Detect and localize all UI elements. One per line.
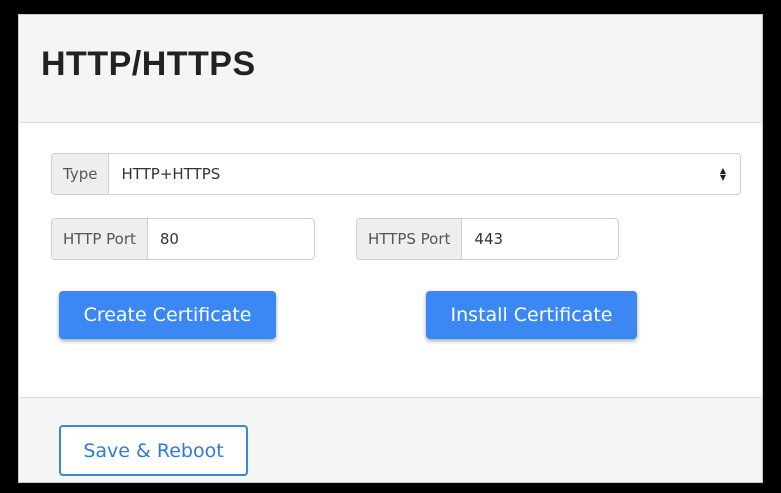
install-certificate-button[interactable]: Install Certificate xyxy=(426,291,637,339)
http-port-input[interactable]: 80 xyxy=(148,219,314,259)
save-reboot-button[interactable]: Save & Reboot xyxy=(59,425,248,476)
https-port-group: HTTPS Port 443 xyxy=(356,218,619,260)
create-certificate-button[interactable]: Create Certificate xyxy=(59,291,276,339)
window-frame: HTTP/HTTPS Type HTTP+HTTPS ▲ ▼ HTTP Port… xyxy=(0,0,781,493)
type-label: Type xyxy=(52,154,110,194)
http-settings-panel: HTTP/HTTPS Type HTTP+HTTPS ▲ ▼ HTTP Port… xyxy=(18,14,763,483)
type-select[interactable]: Type HTTP+HTTPS ▲ ▼ xyxy=(51,153,741,195)
http-port-group: HTTP Port 80 xyxy=(51,218,315,260)
https-port-input[interactable]: 443 xyxy=(462,219,618,259)
panel-header: HTTP/HTTPS xyxy=(19,15,762,123)
type-value[interactable]: HTTP+HTTPS xyxy=(109,154,719,194)
https-port-label: HTTPS Port xyxy=(357,219,463,259)
panel-body: Type HTTP+HTTPS ▲ ▼ HTTP Port 80 HTTPS P… xyxy=(19,123,762,396)
select-caret-icon: ▲ ▼ xyxy=(719,166,726,182)
page-title: HTTP/HTTPS xyxy=(41,45,256,83)
http-port-label: HTTP Port xyxy=(52,219,148,259)
panel-footer: Save & Reboot xyxy=(19,397,762,482)
